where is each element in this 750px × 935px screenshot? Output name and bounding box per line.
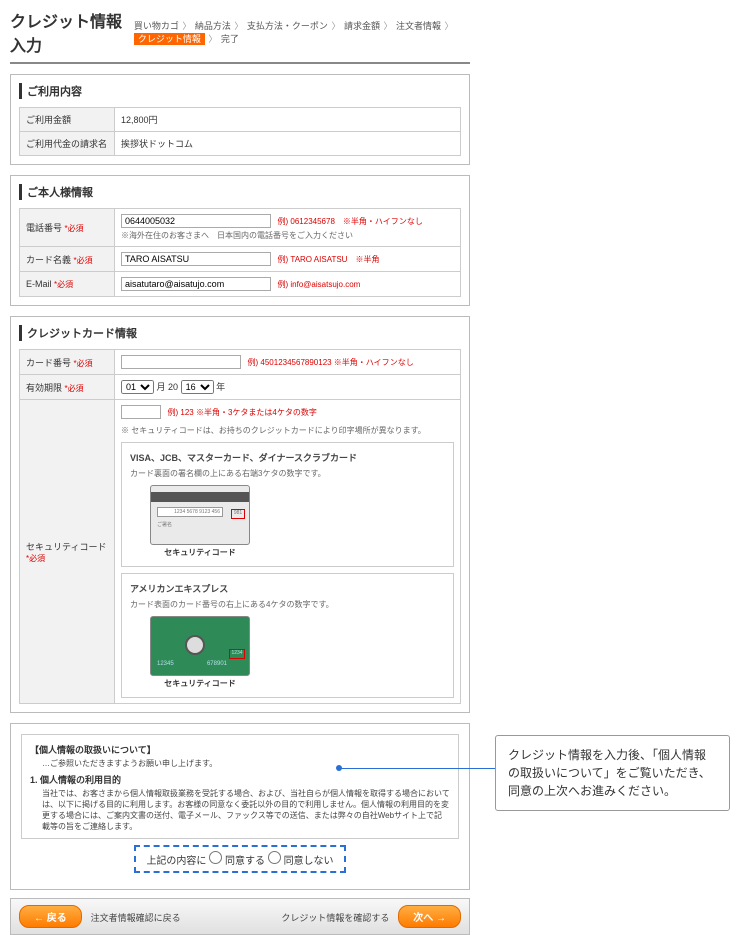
breadcrumb-step: 完了 <box>221 34 239 44</box>
cvv-group1-title: VISA、JCB、マスターカード、ダイナースクラブカード <box>130 451 445 464</box>
phone-note: ※海外在住のお客さまへ 日本国内の電話番号をご入力ください <box>121 230 454 241</box>
next-button[interactable]: 次へ <box>398 905 461 928</box>
usage-section: ご利用内容 ご利用金額 12,800円 ご利用代金の請求名 挨拶状ドットコム <box>10 74 470 165</box>
card-green-illustration: 12345 678901 1234 <box>150 616 250 676</box>
agree-row: 上記の内容に 同意する 同意しない <box>21 839 459 879</box>
next-note: クレジット情報を確認する <box>281 913 389 923</box>
cardno-hint: 例) 4501234567890123 ※半角・ハイフンなし <box>248 358 414 367</box>
phone-label: 電話番号 <box>26 223 62 233</box>
cardno-label: カード番号 <box>26 358 71 368</box>
breadcrumb: 買い物カゴ 〉 納品方法 〉 支払方法・クーポン 〉 請求金額 〉 注文者情報 … <box>133 19 470 45</box>
personal-section: ご本人様情報 電話番号 *必須 例) 0612345678 ※半角・ハイフンなし… <box>10 175 470 306</box>
cvv-group2: アメリカンエキスプレス カード表面のカード番号の右上にある4ケタの数字です。 1… <box>121 573 454 698</box>
breadcrumb-step: 注文者情報 <box>396 21 441 31</box>
email-label: E-Mail <box>26 279 52 289</box>
agree-no-radio[interactable] <box>268 851 281 864</box>
callout-line <box>340 768 500 769</box>
cardno-req: *必須 <box>74 359 93 368</box>
cvv-group2-title: アメリカンエキスプレス <box>130 582 445 595</box>
agree-label: 上記の内容に <box>146 856 206 867</box>
expiry-year-prefix: 20 <box>168 382 178 392</box>
back-button[interactable]: 戻る <box>19 905 82 928</box>
privacy-box: 【個人情報の取扱いについて】 …ご参照いただきますようお願い申し上げます。 1.… <box>10 723 470 890</box>
callout-box: クレジット情報を入力後、「個人情報の取扱いについて」をご覧いただき、同意の上次へ… <box>495 735 730 811</box>
usage-amount-label: ご利用金額 <box>20 108 115 132</box>
expiry-month-suffix: 月 <box>157 382 166 392</box>
cardname-label: カード名義 <box>26 255 71 265</box>
email-req: *必須 <box>54 280 73 289</box>
breadcrumb-step: 支払方法・クーポン <box>247 21 328 31</box>
cvv-group1-desc: カード裏面の署名欄の上にある右端3ケタの数字です。 <box>130 468 445 479</box>
cvv-note: ※ セキュリティコードは、お持ちのクレジットカードにより印字場所が異なります。 <box>121 425 454 436</box>
cvv-group2-desc: カード表面のカード番号の右上にある4ケタの数字です。 <box>130 599 445 610</box>
card-section: クレジットカード情報 カード番号 *必須 例) 4501234567890123… <box>10 316 470 713</box>
cvv-group1: VISA、JCB、マスターカード、ダイナースクラブカード カード裏面の署名欄の上… <box>121 442 454 567</box>
breadcrumb-step: 買い物カゴ <box>134 21 179 31</box>
cvv-label: セキュリティコード <box>26 542 106 552</box>
page-title: クレジット情報入力 <box>10 8 123 56</box>
expiry-month-select[interactable]: 01 <box>121 380 154 394</box>
usage-title: ご利用内容 <box>19 83 461 99</box>
expiry-year-select[interactable]: 16 <box>181 380 214 394</box>
cvv-hint-top: 例) 123 ※半角・3ケタまたは4ケタの数字 <box>168 408 317 417</box>
cardno-input[interactable] <box>121 355 241 369</box>
personal-title: ご本人様情報 <box>19 184 461 200</box>
breadcrumb-step: 納品方法 <box>195 21 231 31</box>
breadcrumb-step: 請求金額 <box>344 21 380 31</box>
privacy-heading: 【個人情報の取扱いについて】 <box>30 743 450 756</box>
privacy-h1: 1. 個人情報の利用目的 <box>30 773 450 786</box>
cardname-hint: 例) TARO AISATSU ※半角 <box>278 255 380 264</box>
cvv-req: *必須 <box>26 554 45 563</box>
privacy-scroll[interactable]: 【個人情報の取扱いについて】 …ご参照いただきますようお願い申し上げます。 1.… <box>21 734 459 839</box>
card-gray-illustration: ご署名 1234 5678 9123 456 981 <box>150 485 250 545</box>
privacy-h2: 【開示対象】 <box>30 836 450 839</box>
phone-req: *必須 <box>65 224 84 233</box>
phone-hint: 例) 0612345678 ※半角・ハイフンなし <box>278 217 423 226</box>
expiry-year-suffix: 年 <box>216 382 225 392</box>
cardname-req: *必須 <box>74 256 93 265</box>
breadcrumb-step: クレジット情報 <box>134 33 205 45</box>
cvv-input[interactable] <box>121 405 161 419</box>
agree-yes-label[interactable]: 同意する <box>209 856 265 867</box>
privacy-body1: 当社では、お客さまから個人情報取扱業務を受託する場合、および、当社自らが個人情報… <box>42 788 450 832</box>
usage-billname-label: ご利用代金の請求名 <box>20 132 115 156</box>
cardname-input[interactable] <box>121 252 271 266</box>
back-note: 注文者情報確認に戻る <box>91 913 181 923</box>
card-title: クレジットカード情報 <box>19 325 461 341</box>
expiry-label: 有効期限 <box>26 383 62 393</box>
email-hint: 例) info@aisatsujo.com <box>278 280 361 289</box>
agree-yes-radio[interactable] <box>209 851 222 864</box>
phone-input[interactable] <box>121 214 271 228</box>
cvv-caption-1: セキュリティコード <box>150 547 250 558</box>
bottom-bar: 戻る 注文者情報確認に戻る クレジット情報を確認する 次へ <box>10 898 470 935</box>
cvv-caption-2: セキュリティコード <box>150 678 250 689</box>
usage-amount-value: 12,800円 <box>115 108 461 132</box>
expiry-req: *必須 <box>65 384 84 393</box>
email-input[interactable] <box>121 277 271 291</box>
usage-billname-value: 挨拶状ドットコム <box>115 132 461 156</box>
agree-no-label[interactable]: 同意しない <box>268 856 334 867</box>
